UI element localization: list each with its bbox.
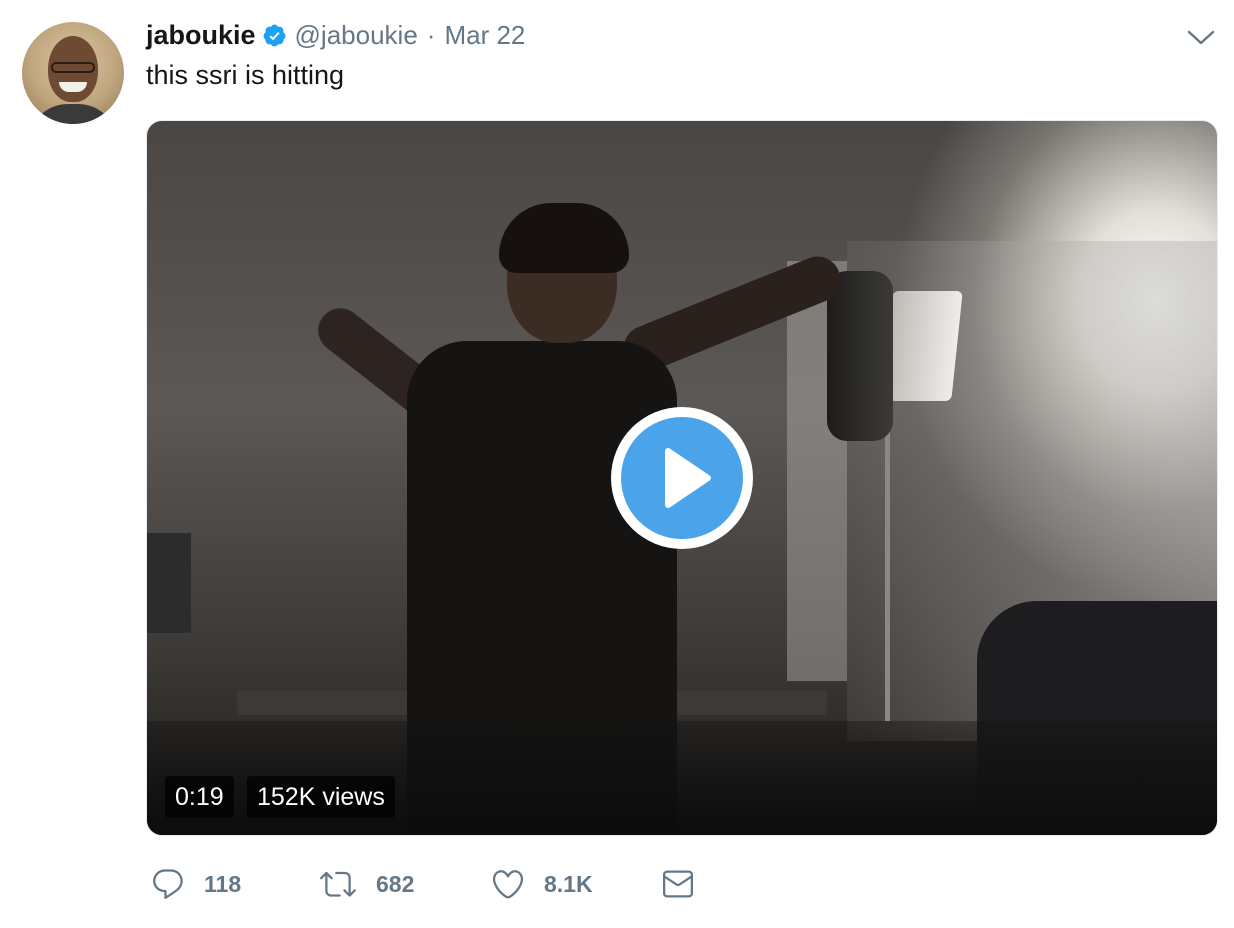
heart-icon [492, 870, 524, 899]
envelope-icon [663, 870, 693, 898]
video-frame-lamp-pole [885, 421, 890, 721]
tweet-date[interactable]: Mar 22 [444, 20, 525, 51]
play-button[interactable] [611, 407, 753, 549]
video-frame-lamp-shade [881, 291, 963, 401]
video-frame-person-hair [499, 203, 629, 273]
video-views-badge: 152K views [247, 776, 395, 818]
separator-dot: · [426, 19, 436, 50]
avatar[interactable] [22, 22, 124, 124]
display-name[interactable]: jaboukie [146, 20, 256, 51]
chevron-down-icon[interactable] [1186, 27, 1216, 49]
direct-message-button[interactable] [660, 866, 696, 902]
tweet-text: this ssri is hitting [146, 60, 345, 90]
retweet-button[interactable]: 682 [318, 866, 490, 902]
reply-count: 118 [204, 870, 242, 897]
avatar-shirt [28, 104, 118, 124]
video-frame-bottle [827, 271, 893, 441]
reply-button[interactable]: 118 [150, 866, 318, 902]
verified-badge-icon [262, 23, 287, 48]
like-button[interactable]: 8.1K [490, 866, 660, 902]
video-player[interactable]: 0:19 152K views [146, 120, 1218, 836]
video-frame-panel [147, 533, 191, 633]
video-duration-badge: 0:19 [165, 776, 234, 818]
like-count: 8.1K [544, 870, 593, 897]
play-icon [665, 448, 711, 508]
retweet-icon [320, 871, 356, 897]
tweet-header: jaboukie @jaboukie · Mar 22 [146, 18, 525, 52]
avatar-glasses [51, 62, 95, 73]
user-handle[interactable]: @jaboukie [295, 20, 418, 51]
reply-icon [153, 869, 183, 899]
tweet-actions: 118 682 8.1K [150, 864, 696, 904]
tweet: jaboukie @jaboukie · Mar 22 this ssri is… [0, 0, 1234, 928]
retweet-count: 682 [376, 870, 415, 897]
